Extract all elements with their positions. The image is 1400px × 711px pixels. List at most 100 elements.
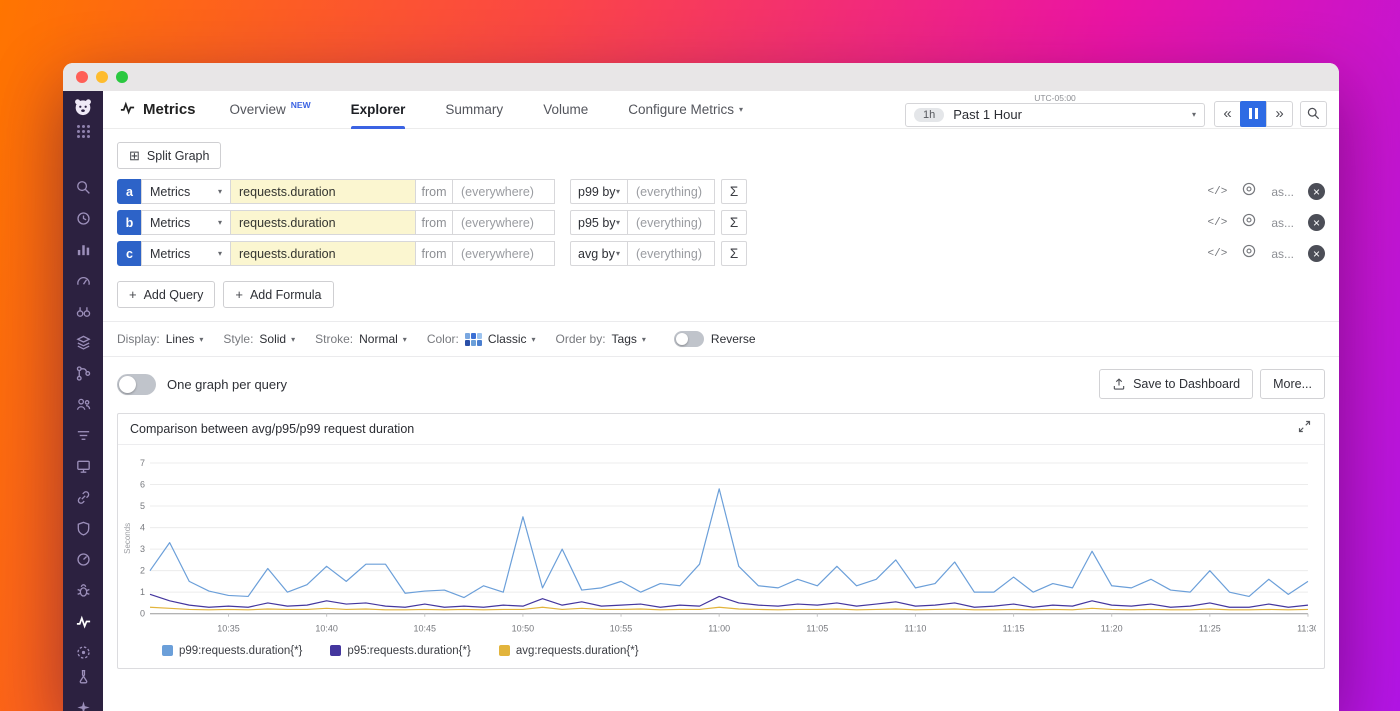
query-source-select[interactable]: Metrics▾ xyxy=(141,179,231,204)
svg-text:5: 5 xyxy=(140,501,145,511)
code-icon[interactable]: </> xyxy=(1208,248,1228,260)
synthetics-link-icon[interactable] xyxy=(63,485,103,509)
group-by-input[interactable]: (everything) xyxy=(627,179,715,204)
stroke-label: Stroke: xyxy=(315,332,353,346)
time-range-selector[interactable]: 1h Past 1 Hour ▾ xyxy=(905,103,1205,127)
close-window-button[interactable] xyxy=(76,71,88,83)
tab-explorer[interactable]: Explorer xyxy=(351,91,406,129)
chevron-down-icon: ▾ xyxy=(218,249,222,258)
remove-query-button[interactable]: × xyxy=(1308,183,1325,200)
time-forward-button[interactable]: » xyxy=(1266,101,1293,127)
display-select[interactable]: Lines▾ xyxy=(166,332,204,346)
infrastructure-layers-icon[interactable] xyxy=(63,330,103,354)
security-shield-icon[interactable] xyxy=(63,516,103,540)
zoom-button[interactable] xyxy=(1300,101,1327,127)
group-by-input[interactable]: (everything) xyxy=(627,210,715,235)
sigma-function-button[interactable]: Σ xyxy=(721,210,747,235)
close-icon: × xyxy=(1313,248,1320,260)
metric-name-input[interactable]: requests.duration xyxy=(230,241,416,266)
code-icon[interactable]: </> xyxy=(1208,217,1228,229)
log-filter-icon[interactable] xyxy=(63,423,103,447)
save-to-dashboard-button[interactable]: Save to Dashboard xyxy=(1099,369,1253,399)
query-letter-badge[interactable]: b xyxy=(117,210,142,235)
aggregator-select[interactable]: avg by▾ xyxy=(570,241,628,266)
chart-plot-area: 0123456710:3510:4010:4510:5010:5511:0011… xyxy=(118,445,1324,641)
tab-configure-metrics[interactable]: Configure Metrics ▾ xyxy=(628,91,743,129)
time-range-label: Past 1 Hour xyxy=(953,107,1022,122)
legend-item-avg[interactable]: avg:requests.duration{*} xyxy=(499,645,639,657)
metric-name-input[interactable]: requests.duration xyxy=(230,210,416,235)
legend-swatch xyxy=(330,645,341,656)
metrics-pulse-icon[interactable] xyxy=(63,609,103,633)
sidebar xyxy=(63,91,103,711)
as-option[interactable]: as... xyxy=(1271,247,1294,261)
export-icon[interactable] xyxy=(1241,243,1257,264)
rum-monitor-icon[interactable] xyxy=(63,454,103,478)
close-icon: × xyxy=(1313,217,1320,229)
profiling-gauge-icon[interactable] xyxy=(63,547,103,571)
onboarding-sparkle-icon[interactable] xyxy=(63,695,103,711)
history-clock-icon[interactable] xyxy=(63,206,103,230)
scope-input[interactable]: (everywhere) xyxy=(452,179,555,204)
query-letter-badge[interactable]: c xyxy=(117,241,142,266)
metric-name-input[interactable]: requests.duration xyxy=(230,179,416,204)
stroke-select[interactable]: Normal▾ xyxy=(359,332,407,346)
service-people-icon[interactable] xyxy=(63,392,103,416)
bar-chart-icon[interactable] xyxy=(63,237,103,261)
sigma-function-button[interactable]: Σ xyxy=(721,179,747,204)
more-button[interactable]: More... xyxy=(1260,369,1325,399)
pause-button[interactable] xyxy=(1240,101,1267,127)
remove-query-button[interactable]: × xyxy=(1308,245,1325,262)
style-select[interactable]: Solid▾ xyxy=(259,332,295,346)
ci-pipelines-icon[interactable] xyxy=(63,361,103,385)
svg-text:11:20: 11:20 xyxy=(1101,624,1123,634)
llm-target-icon[interactable] xyxy=(63,640,103,664)
minimize-window-button[interactable] xyxy=(96,71,108,83)
dashboards-gauge-icon[interactable] xyxy=(63,268,103,292)
reverse-toggle[interactable] xyxy=(674,331,704,347)
tab-overview[interactable]: Overview NEW xyxy=(230,91,311,129)
chevron-down-icon: ▾ xyxy=(642,335,646,344)
apps-grid-icon[interactable] xyxy=(63,124,103,139)
expand-chart-icon[interactable] xyxy=(1297,419,1312,439)
page-header: Metrics Overview NEW Explorer Summary Vo… xyxy=(103,91,1339,129)
aggregator-select[interactable]: p99 by▾ xyxy=(570,179,628,204)
color-select[interactable]: Classic▾ xyxy=(488,332,536,346)
window-titlebar xyxy=(63,63,1339,91)
svg-text:6: 6 xyxy=(140,480,145,490)
legend-item-p95[interactable]: p95:requests.duration{*} xyxy=(330,645,470,657)
color-label: Color: xyxy=(427,332,459,346)
aggregator-select[interactable]: p95 by▾ xyxy=(570,210,628,235)
error-tracking-bug-icon[interactable] xyxy=(63,578,103,602)
as-option[interactable]: as... xyxy=(1271,216,1294,230)
scope-input[interactable]: (everywhere) xyxy=(452,241,555,266)
code-icon[interactable]: </> xyxy=(1208,186,1228,198)
export-icon[interactable] xyxy=(1241,212,1257,233)
export-icon[interactable] xyxy=(1241,181,1257,202)
datadog-logo-icon[interactable] xyxy=(63,96,103,118)
as-option[interactable]: as... xyxy=(1271,185,1294,199)
tab-summary[interactable]: Summary xyxy=(445,91,503,129)
add-query-button[interactable]: + Add Query xyxy=(117,281,215,308)
watchdog-binoculars-icon[interactable] xyxy=(63,299,103,323)
time-backward-button[interactable]: « xyxy=(1214,101,1241,127)
split-graph-button[interactable]: ⊞ Split Graph xyxy=(117,142,221,169)
settings-flask-icon[interactable] xyxy=(63,664,103,688)
one-graph-per-query-toggle[interactable] xyxy=(117,374,156,395)
group-by-input[interactable]: (everything) xyxy=(627,241,715,266)
tab-volume[interactable]: Volume xyxy=(543,91,588,129)
query-letter-badge[interactable]: a xyxy=(117,179,142,204)
zoom-window-button[interactable] xyxy=(116,71,128,83)
scope-input[interactable]: (everywhere) xyxy=(452,210,555,235)
sigma-function-button[interactable]: Σ xyxy=(721,241,747,266)
svg-text:0: 0 xyxy=(140,609,145,619)
order-by-label: Order by: xyxy=(556,332,606,346)
search-icon[interactable] xyxy=(63,175,103,199)
add-formula-button[interactable]: + Add Formula xyxy=(223,281,333,308)
legend-item-p99[interactable]: p99:requests.duration{*} xyxy=(162,645,302,657)
order-by-select[interactable]: Tags▾ xyxy=(612,332,646,346)
query-source-select[interactable]: Metrics▾ xyxy=(141,210,231,235)
query-source-select[interactable]: Metrics▾ xyxy=(141,241,231,266)
svg-text:7: 7 xyxy=(140,458,145,468)
remove-query-button[interactable]: × xyxy=(1308,214,1325,231)
